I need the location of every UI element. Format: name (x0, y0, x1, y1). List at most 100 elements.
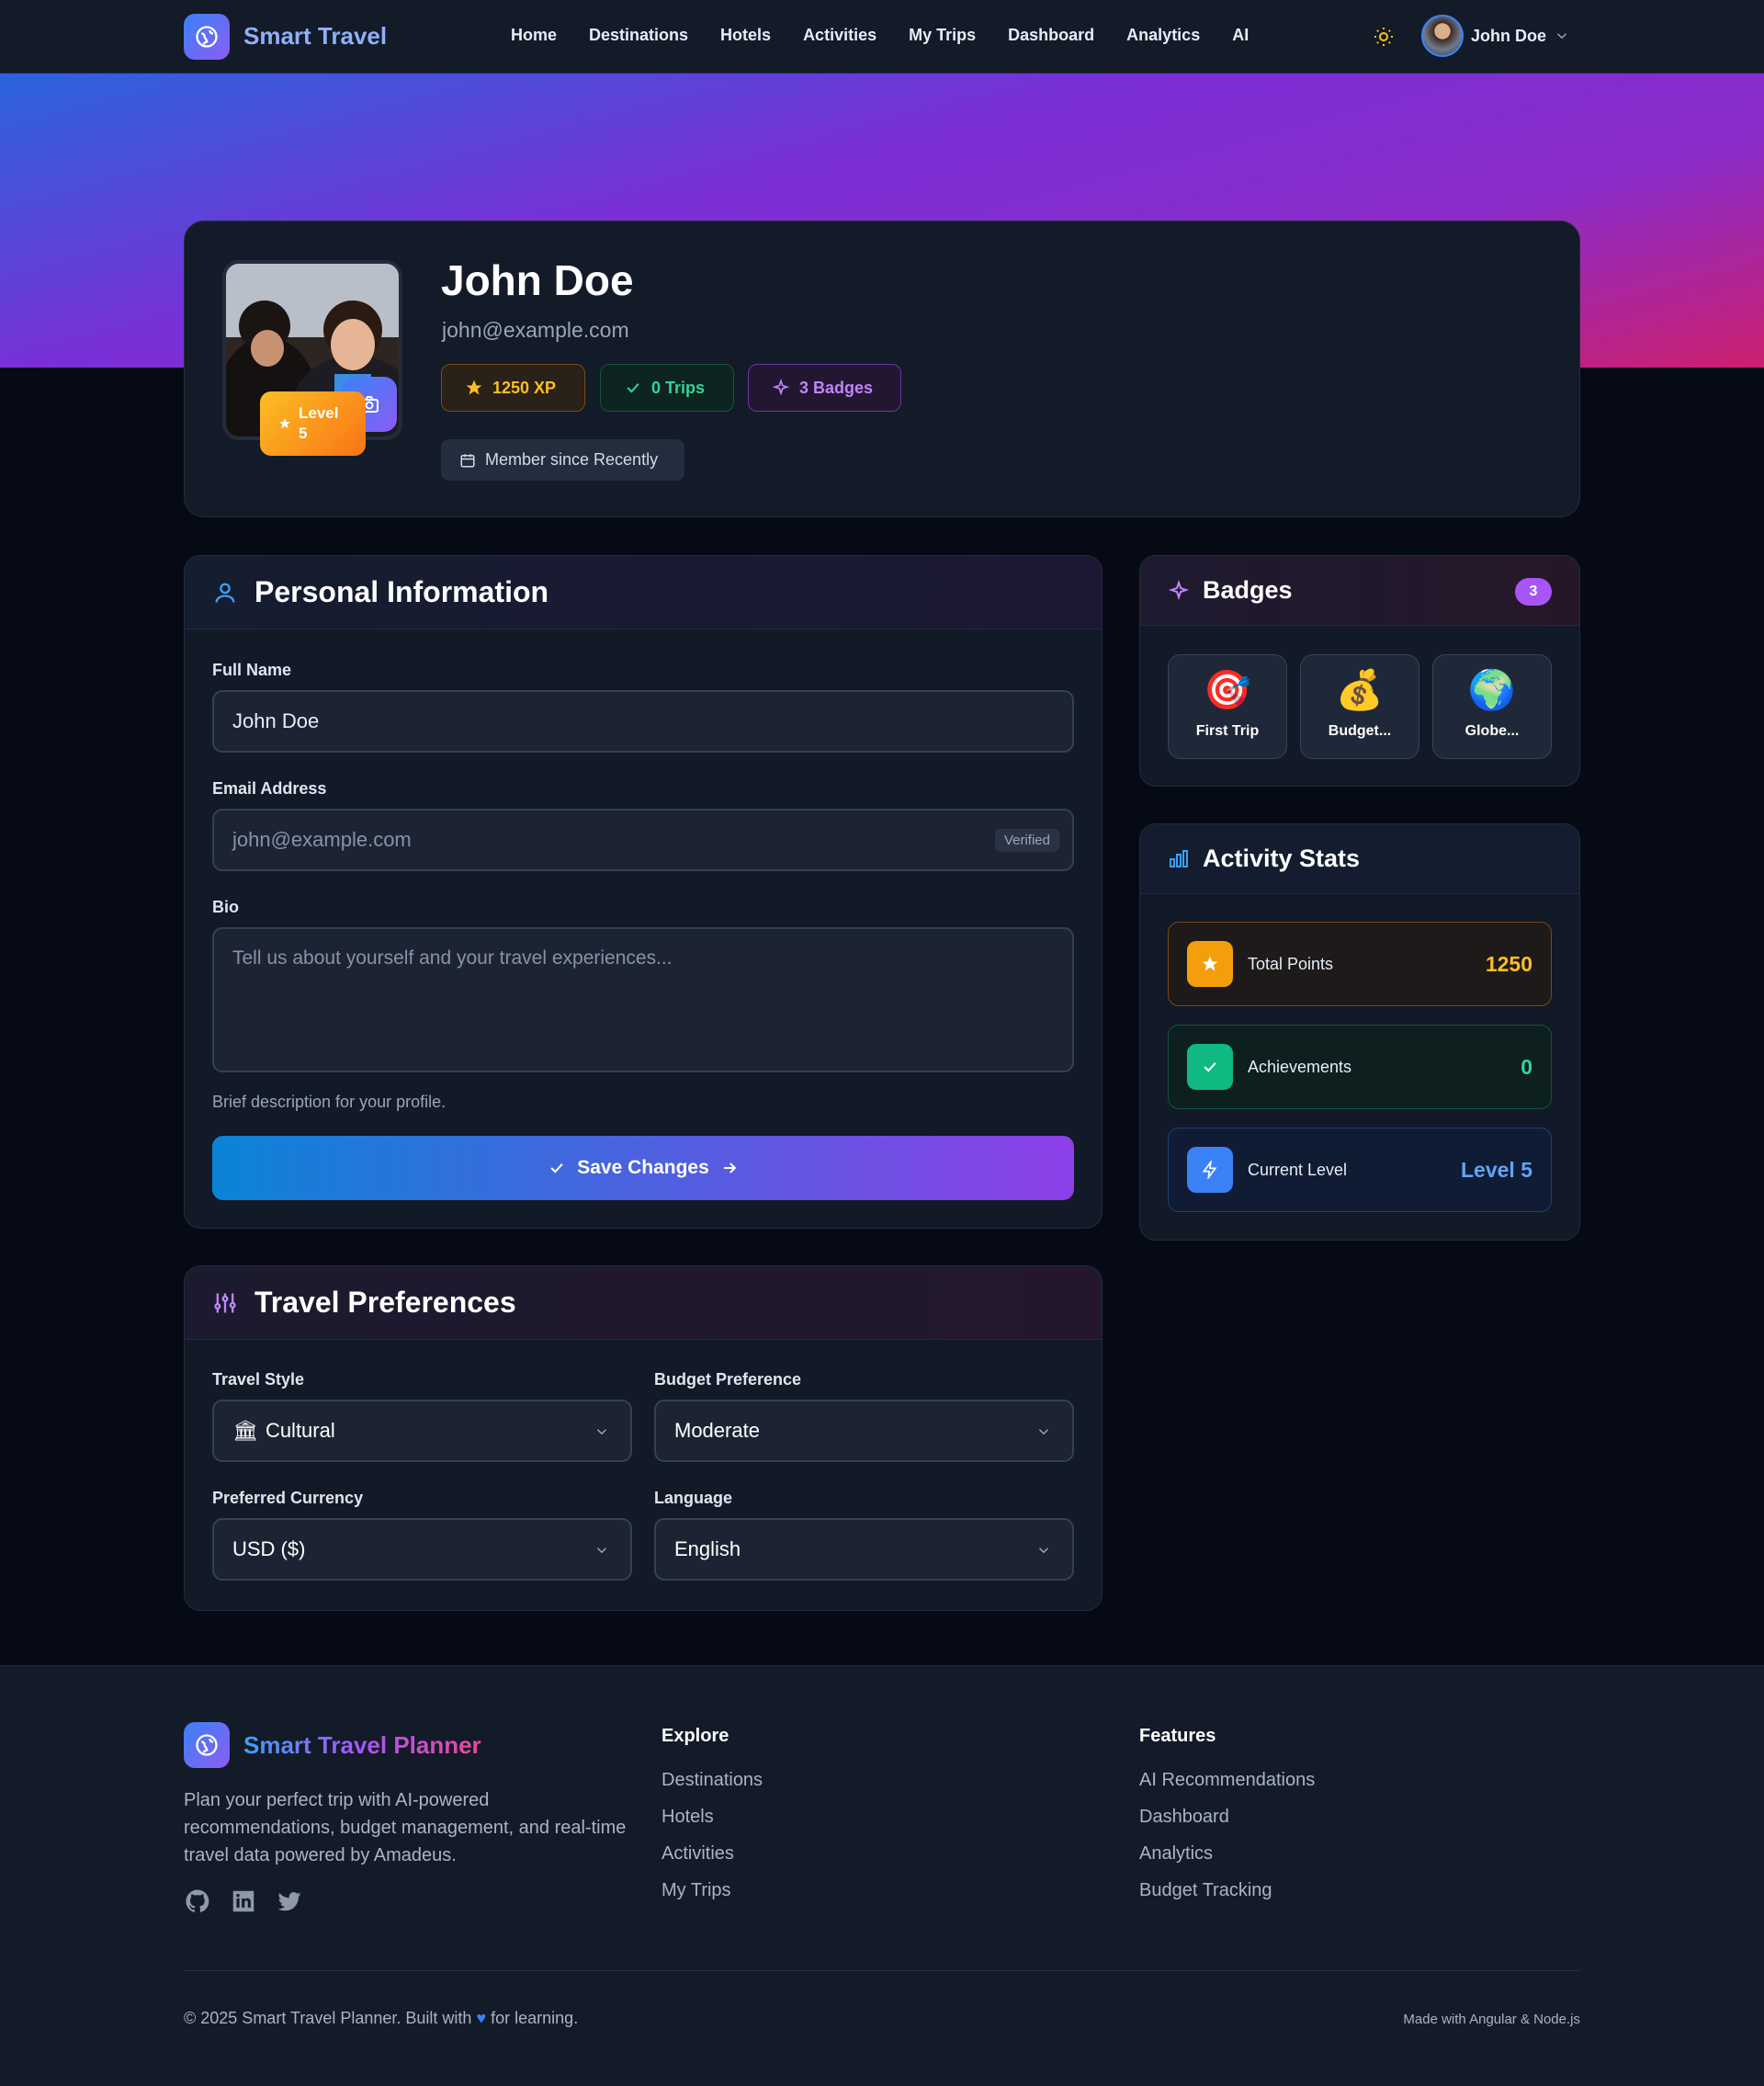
level-word: Level (299, 403, 339, 422)
features-heading: Features (1139, 1726, 1216, 1746)
user-name: John Doe (1471, 26, 1547, 45)
verified-badge: Verified (994, 829, 1059, 852)
email-label: Email Address (212, 779, 327, 798)
footer-link-budget-tracking[interactable]: Budget Tracking (1139, 1880, 1272, 1901)
profile-email: john@example.com (442, 318, 629, 342)
personal-information-card: Personal Information Full Name John Doe … (184, 555, 1102, 1229)
brand-name[interactable]: Smart Travel (243, 22, 387, 51)
member-since-label: Member since Recently (485, 450, 659, 469)
travel-preferences-card: Travel Preferences Travel Style 🏛 Cultur… (184, 1265, 1102, 1611)
calendar-icon (460, 453, 475, 467)
chevron-down-icon (1038, 1429, 1049, 1435)
museum-icon: 🏛 (232, 1419, 258, 1442)
theme-toggle-sun-icon[interactable] (1373, 26, 1395, 52)
footer-link-my-trips[interactable]: My Trips (662, 1880, 731, 1901)
badge-label: Budget... (1328, 723, 1392, 739)
nav-link-dashboard[interactable]: Dashboard (1008, 26, 1094, 45)
personal-information-title: Personal Information (254, 575, 549, 608)
nav-link-analytics[interactable]: Analytics (1126, 26, 1200, 45)
nav-link-my-trips[interactable]: My Trips (909, 26, 976, 45)
save-changes-button[interactable]: Save Changes (212, 1136, 1074, 1200)
footer-link-hotels[interactable]: Hotels (662, 1807, 714, 1828)
avatar (1421, 15, 1464, 57)
bio-hint: Brief description for your profile. (212, 1093, 447, 1111)
nav-link-destinations[interactable]: Destinations (589, 26, 688, 45)
badge-count: 3 (1515, 578, 1552, 606)
made-with: Made with Angular & Node.js (1403, 2012, 1580, 2027)
chevron-down-icon (596, 1429, 607, 1435)
stat-current-level: Current Level Level 5 (1168, 1128, 1552, 1212)
full-name-input[interactable]: John Doe (212, 690, 1074, 753)
linkedin-icon[interactable] (230, 1888, 257, 1915)
trips-chip-label: 0 Trips (651, 378, 706, 397)
travel-preferences-header: Travel Preferences (185, 1266, 1102, 1340)
preferred-currency-value: USD ($) (232, 1537, 306, 1560)
footer-description: Plan your perfect trip with AI-powered r… (184, 1790, 627, 1865)
twitter-icon[interactable] (276, 1888, 303, 1915)
badges-chip-label: 3 Badges (799, 378, 874, 397)
nav-link-activities[interactable]: Activities (803, 26, 876, 45)
logo-icon[interactable] (184, 14, 230, 60)
badge-first-trip[interactable]: 🎯 First Trip (1168, 654, 1287, 759)
level-number: 5 (299, 425, 308, 442)
footer-brand[interactable]: Smart Travel Planner (243, 1731, 481, 1760)
star-icon (279, 418, 290, 429)
user-menu[interactable]: John Doe (1421, 15, 1570, 57)
check-icon (550, 1163, 563, 1173)
nav-links: Home Destinations Hotels Activities My T… (511, 26, 1249, 45)
user-icon (215, 583, 235, 603)
chevron-down-icon (1038, 1547, 1049, 1554)
budget-preference-value: Moderate (674, 1419, 760, 1442)
sparkles-icon (1168, 579, 1190, 600)
check-icon (1187, 1044, 1233, 1090)
travel-preferences-title: Travel Preferences (254, 1286, 516, 1319)
arrow-right-icon (723, 1162, 737, 1173)
footer-link-analytics[interactable]: Analytics (1139, 1843, 1213, 1865)
member-since: Member since Recently (441, 439, 684, 481)
star-icon (466, 380, 482, 395)
nav-link-hotels[interactable]: Hotels (720, 26, 771, 45)
activity-stats-header: Activity Stats (1140, 824, 1579, 894)
star-icon (1187, 941, 1233, 987)
language-select[interactable]: English (654, 1518, 1074, 1581)
footer-link-destinations[interactable]: Destinations (662, 1770, 763, 1791)
target-icon: 🎯 (1203, 668, 1252, 711)
budget-preference-label: Budget Preference (654, 1370, 802, 1389)
top-navbar: Smart Travel Home Destinations Hotels Ac… (0, 0, 1764, 74)
footer-link-activities[interactable]: Activities (662, 1843, 734, 1865)
bio-label: Bio (212, 898, 239, 916)
budget-preference-select[interactable]: Moderate (654, 1400, 1074, 1462)
badges-title: Badges (1203, 576, 1293, 604)
stat-label: Achievements (1248, 1057, 1352, 1076)
stat-value: 0 (1521, 1055, 1532, 1079)
footer-logo-icon[interactable] (184, 1722, 230, 1768)
preferred-currency-select[interactable]: USD ($) (212, 1518, 632, 1581)
level-badge: Level 5 (260, 391, 366, 456)
email-field: john@example.com Verified (212, 809, 1074, 871)
stat-total-points: Total Points 1250 (1168, 922, 1552, 1006)
copyright-text: © 2025 Smart Travel Planner. Built with (184, 2009, 472, 2027)
badge-globe[interactable]: 🌍 Globe... (1432, 654, 1552, 759)
travel-style-select[interactable]: 🏛 Cultural (212, 1400, 632, 1462)
footer-divider (184, 1970, 1580, 1971)
full-name-label: Full Name (212, 661, 292, 679)
nav-link-home[interactable]: Home (511, 26, 557, 45)
chevron-down-icon (1556, 33, 1567, 40)
badge-budget[interactable]: 💰 Budget... (1300, 654, 1419, 759)
preferred-currency-label: Preferred Currency (212, 1489, 364, 1507)
footer-link-ai-recommendations[interactable]: AI Recommendations (1139, 1770, 1315, 1791)
check-icon (627, 383, 639, 393)
language-value: English (674, 1537, 741, 1560)
badge-label: Globe... (1464, 723, 1520, 739)
heart-icon: ♥ (476, 2009, 487, 2027)
badges-header: Badges (1140, 556, 1579, 626)
github-icon[interactable] (184, 1888, 211, 1915)
bar-chart-icon (1170, 849, 1188, 867)
nav-link-ai[interactable]: AI (1232, 26, 1249, 45)
badges-card: Badges 3 🎯 First Trip 💰 Budget... 🌍 Glob… (1139, 555, 1580, 787)
save-changes-label: Save Changes (577, 1157, 709, 1178)
footer-link-dashboard[interactable]: Dashboard (1139, 1807, 1229, 1828)
bio-textarea[interactable]: Tell us about yourself and your travel e… (212, 927, 1074, 1072)
personal-information-header: Personal Information (185, 556, 1102, 629)
xp-chip-label: 1250 XP (492, 378, 557, 397)
